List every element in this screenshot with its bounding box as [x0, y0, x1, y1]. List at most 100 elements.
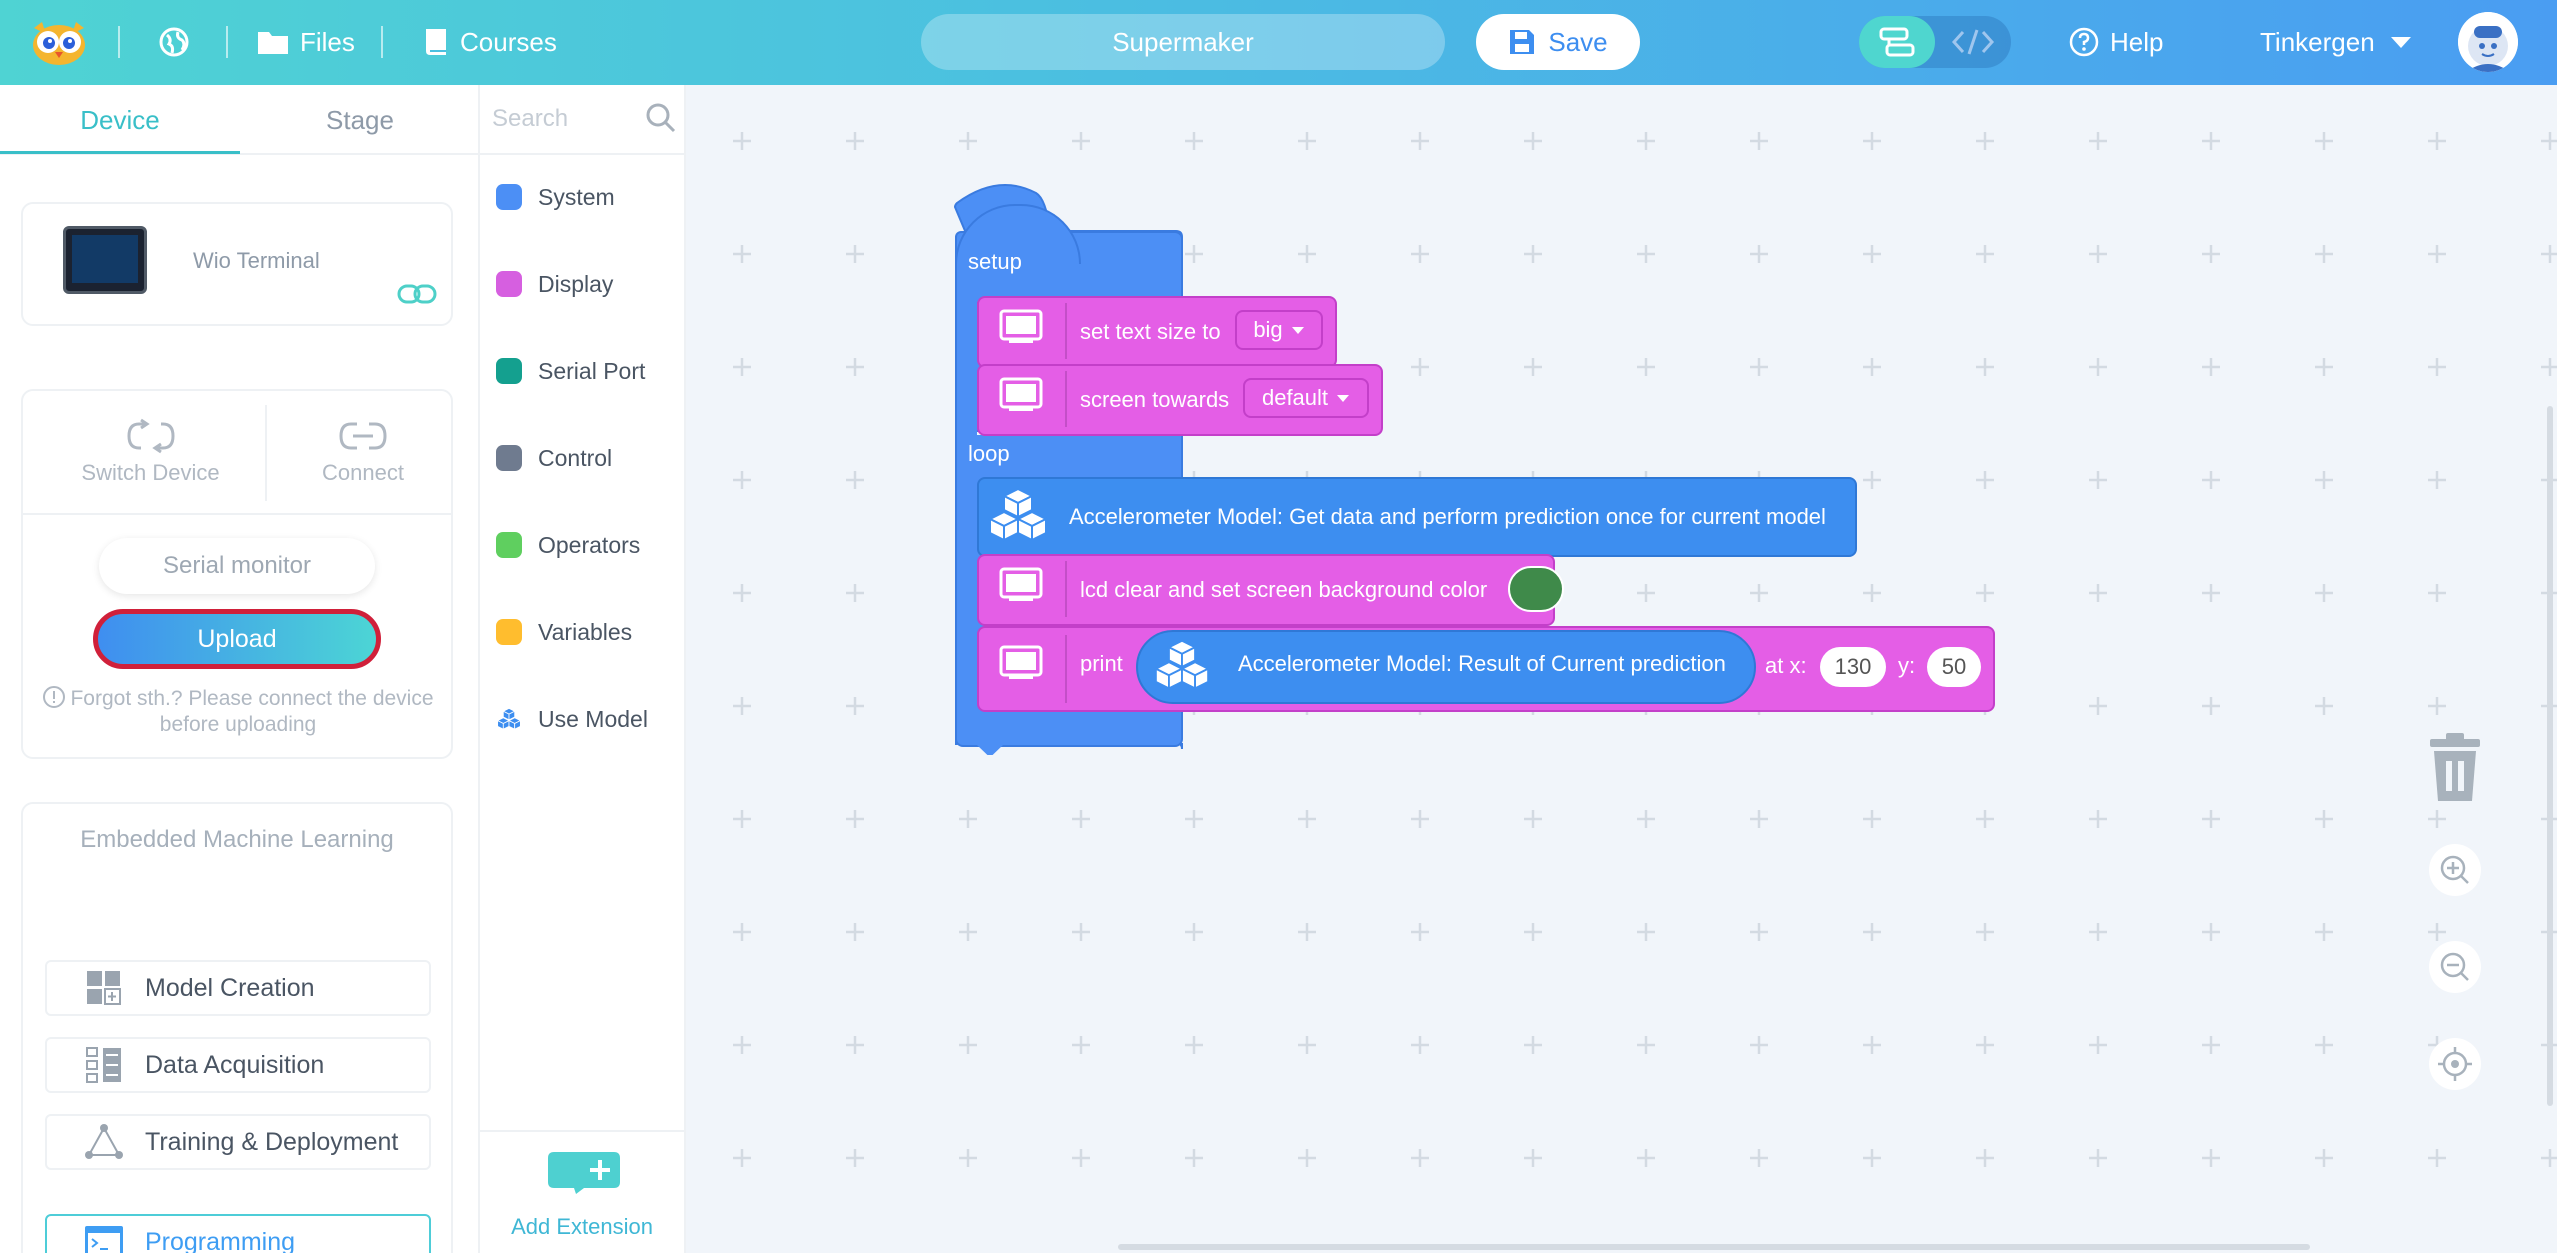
category-color-dot	[496, 619, 522, 645]
block-divider	[1065, 303, 1067, 359]
category-color-dot	[496, 184, 522, 210]
model-grid-icon	[87, 971, 121, 1005]
serial-monitor-button[interactable]: Serial monitor	[99, 538, 375, 594]
device-name: Wio Terminal	[193, 248, 320, 273]
code-icon	[1951, 29, 1995, 55]
eml-title: Embedded Machine Learning	[80, 826, 394, 853]
horizontal-scrollbar[interactable]	[1118, 1244, 2310, 1250]
data-acquisition-button[interactable]: Data Acquisition	[45, 1037, 431, 1093]
upload-button[interactable]: Upload	[93, 609, 381, 669]
folder-icon	[258, 32, 288, 54]
training-deployment-button[interactable]: Training & Deployment	[45, 1114, 431, 1170]
lcd-screen-icon	[999, 645, 1043, 679]
category-system[interactable]: System	[496, 177, 615, 217]
wio-terminal-image	[63, 226, 147, 294]
zoom-in-icon	[2429, 844, 2481, 896]
save-label: Save	[1548, 26, 1608, 57]
vertical-scrollbar[interactable]	[2547, 406, 2553, 1106]
blocks-mode-button[interactable]	[1859, 16, 1935, 68]
connect-button[interactable]: Connect	[273, 391, 453, 513]
category-operators[interactable]: Operators	[496, 525, 640, 565]
help-label: Help	[2110, 26, 2164, 57]
lcd-clear-label: lcd clear and set screen background colo…	[1080, 577, 1488, 602]
code-mode-button[interactable]	[1935, 16, 2011, 68]
active-tab-indicator	[0, 151, 240, 154]
network-triangle-icon	[85, 1124, 123, 1159]
block-workspace[interactable]: setup loop set text size to big screen t…	[686, 85, 2557, 1253]
owl-logo-icon[interactable]	[30, 18, 88, 66]
screen-towards-label: screen towards	[1080, 387, 1230, 412]
trash-icon	[2430, 733, 2480, 801]
topbar-divider	[226, 26, 228, 58]
category-color-dot	[496, 445, 522, 471]
zoom-out-button[interactable]	[2428, 940, 2482, 999]
tab-device[interactable]: Device	[0, 85, 240, 155]
crosshair-icon	[2429, 1038, 2481, 1090]
y-value-input[interactable]: 50	[1927, 647, 1981, 687]
top-bar: Files Courses Supermaker Save Help Tinke…	[0, 0, 2557, 85]
setup-arm	[955, 300, 977, 450]
courses-menu[interactable]: Courses	[424, 22, 557, 62]
search-bar	[480, 85, 684, 155]
user-avatar-icon	[2458, 12, 2518, 72]
upload-hint-text: Forgot sth.? Please connect the device b…	[70, 687, 434, 736]
programming-label: Programming	[145, 1227, 296, 1253]
category-label: Variables	[538, 618, 633, 645]
project-name-input[interactable]: Supermaker	[921, 14, 1445, 70]
add-extension-button[interactable]: Add Extension	[480, 1130, 684, 1253]
print-label: print	[1080, 651, 1123, 676]
files-menu[interactable]: Files	[256, 22, 355, 62]
save-button[interactable]: Save	[1476, 14, 1640, 70]
y-label: y:	[1898, 653, 1916, 678]
topbar-divider	[118, 26, 120, 58]
category-serial-port[interactable]: Serial Port	[496, 351, 645, 391]
category-variables[interactable]: Variables	[496, 612, 632, 652]
cubes-icon	[496, 707, 522, 730]
help-button[interactable]: Help	[2068, 22, 2163, 62]
caret-down-icon	[2390, 37, 2411, 48]
x-value-input[interactable]: 130	[1820, 647, 1886, 687]
embedded-ml-card: Embedded Machine Learning Model Creation…	[21, 802, 453, 1253]
zoom-in-button[interactable]	[2428, 843, 2482, 902]
category-display[interactable]: Display	[496, 264, 613, 304]
block-divider	[1065, 635, 1067, 703]
files-label: Files	[300, 26, 355, 57]
caret-down-icon	[1337, 395, 1350, 402]
category-color-dot	[496, 271, 522, 297]
mode-toggle	[1859, 16, 2011, 68]
text-size-value: big	[1253, 317, 1283, 342]
programming-button[interactable]: Programming	[45, 1214, 431, 1253]
cubes-model-icon	[1153, 639, 1211, 690]
category-control[interactable]: Control	[496, 438, 612, 478]
floppy-disk-icon	[1510, 30, 1535, 54]
category-label: System	[538, 183, 615, 210]
block-divider	[1065, 371, 1067, 427]
accelerometer-predict-label: Accelerometer Model: Get data and perfor…	[1069, 504, 1826, 529]
model-creation-button[interactable]: Model Creation	[45, 960, 431, 1016]
avatar[interactable]	[2458, 12, 2518, 72]
tab-stage[interactable]: Stage	[240, 85, 480, 155]
block-divider	[1065, 561, 1067, 617]
at-x-label: at x:	[1765, 653, 1807, 678]
left-panel: Device Stage Wio Terminal Switch Device	[0, 85, 478, 1253]
user-menu[interactable]: Tinkergen	[2260, 22, 2413, 62]
category-label: Display	[538, 270, 614, 297]
trash-button[interactable]	[2424, 733, 2486, 810]
search-icon[interactable]	[644, 101, 678, 135]
background-color-picker[interactable]	[1508, 566, 1564, 612]
switch-device-button[interactable]: Switch Device	[43, 391, 258, 513]
topbar-divider	[381, 26, 383, 58]
recenter-button[interactable]	[2428, 1037, 2482, 1096]
question-circle-icon	[2069, 27, 2099, 57]
courses-label: Courses	[460, 26, 557, 57]
blocks-mode-icon	[1879, 27, 1915, 57]
category-label: Operators	[538, 531, 641, 558]
data-list-icon	[86, 1047, 121, 1083]
language-button[interactable]	[158, 22, 200, 62]
category-color-dot	[496, 358, 522, 384]
search-input[interactable]	[492, 101, 632, 137]
text-size-dropdown[interactable]: big	[1235, 310, 1323, 350]
category-use-model[interactable]: Use Model	[496, 699, 648, 739]
screen-towards-dropdown[interactable]: default	[1243, 378, 1369, 418]
device-card[interactable]: Wio Terminal	[21, 202, 453, 326]
